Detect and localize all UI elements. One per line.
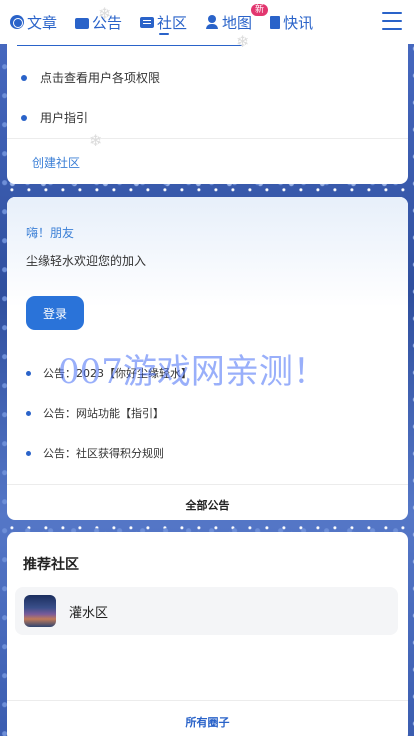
bullet-icon <box>26 410 31 416</box>
watermark-text: 007游戏网亲测！ <box>58 352 327 392</box>
user-links-card: 点击查看用户各项权限 用户指引 创建社区 <box>7 35 408 184</box>
bullet-icon <box>26 450 31 456</box>
nav-label-articles: 文章 <box>27 13 58 32</box>
list-item-user-guide[interactable]: 用户指引 <box>21 109 88 126</box>
news-icon <box>270 15 281 29</box>
new-badge: 新 <box>251 4 269 16</box>
nav-label-map: 地图 <box>222 13 253 32</box>
section-title: 推荐社区 <box>23 557 79 573</box>
notice-item[interactable]: 公告：网站功能【指引】 <box>26 405 164 421</box>
recommended-communities-card: 推荐社区 灌水区 所有圈子 <box>7 532 408 736</box>
community-name: 灌水区 <box>69 605 109 621</box>
user-icon <box>205 15 219 29</box>
divider <box>7 484 408 485</box>
list-item-label: 用户指引 <box>40 111 89 125</box>
snowflake-icon: ❄ <box>89 131 103 150</box>
notice-item[interactable]: 公告：社区获得积分规则 <box>26 445 164 461</box>
globe-icon <box>10 15 24 29</box>
list-item-label: 点击查看用户各项权限 <box>40 71 161 85</box>
greeting-text: 嗨！朋友 <box>26 226 75 240</box>
divider <box>7 138 408 139</box>
top-nav: 文章 公告 社区 地图 新 快讯 <box>0 0 414 44</box>
login-button[interactable]: 登录 <box>26 296 84 330</box>
section-divider <box>17 45 242 46</box>
community-item[interactable]: 灌水区 <box>15 587 398 635</box>
nav-item-community[interactable]: 社区 <box>140 0 187 44</box>
all-notices-link[interactable]: 全部公告 <box>7 497 408 513</box>
list-item-permissions[interactable]: 点击查看用户各项权限 <box>21 69 160 86</box>
chat-icon <box>140 16 155 28</box>
community-thumbnail <box>24 595 56 627</box>
nav-item-news[interactable]: 快讯 <box>270 0 313 44</box>
bullet-icon <box>21 114 27 121</box>
nav-item-articles[interactable]: 文章 <box>10 0 57 44</box>
divider <box>7 700 408 701</box>
nav-label-news: 快讯 <box>283 13 314 32</box>
hamburger-menu-icon[interactable] <box>382 12 402 30</box>
bullet-icon <box>21 74 27 81</box>
notice-label: 公告：社区获得积分规则 <box>43 447 164 460</box>
snowflake-icon: ❄ <box>98 4 112 23</box>
bullet-icon <box>26 370 31 376</box>
welcome-text: 尘缘轻水欢迎您的加入 <box>26 254 147 268</box>
all-circles-link[interactable]: 所有圈子 <box>7 714 408 730</box>
create-community-link[interactable]: 创建社区 <box>32 154 80 171</box>
nav-label-community: 社区 <box>157 13 188 32</box>
notice-label: 公告：网站功能【指引】 <box>43 407 164 420</box>
snowflake-icon: ❄ <box>236 32 250 51</box>
folder-icon <box>75 17 90 29</box>
